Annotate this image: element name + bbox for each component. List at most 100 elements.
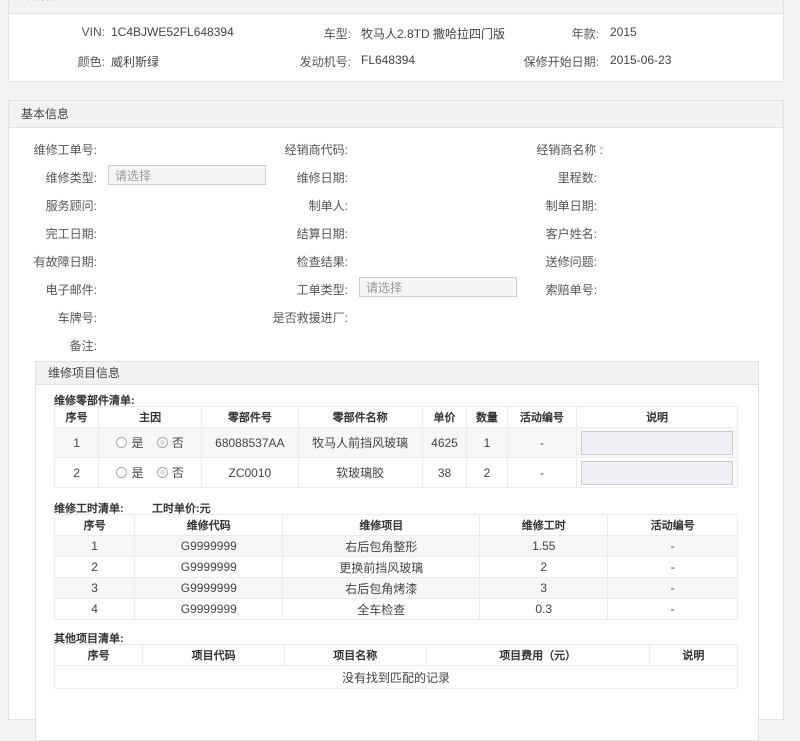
advisor-label: 服务顾问: [45, 199, 97, 213]
parts-row-price: 38 [421, 457, 468, 488]
repair-type-select[interactable]: 请选择 [108, 165, 266, 185]
color-value: 威利斯绿 [111, 55, 160, 69]
labor-row-no: 4 [53, 598, 136, 620]
other-col-name: 项目名称 [283, 644, 427, 666]
labor-col-no: 序号 [53, 514, 136, 536]
order-no-label: 维修工单号: [33, 143, 97, 157]
labor-row-activity: - [607, 556, 738, 578]
rescue-label: 是否救援进厂: [272, 311, 348, 325]
dealer-name-label: 经销商名称 : [536, 143, 603, 157]
parts-col-main-cause: 主因 [98, 406, 203, 428]
main-cause-no-radio[interactable] [156, 437, 168, 448]
labor-row-item: 右后包角整形 [282, 535, 481, 557]
settle-date-label: 结算日期: [296, 227, 348, 241]
table-row: 没有找到匹配的记录 [54, 665, 738, 689]
table-row: 2 G9999999 更换前挡风玻璃 2 - [53, 556, 738, 578]
vehicle-info-panel: 车辆信息 VIN: 1C4BJWE52FL648394 车型: 牧马人2.8TD… [8, 0, 784, 82]
dealer-code-label: 经销商代码: [284, 143, 348, 157]
labor-row-no: 2 [53, 556, 136, 578]
parts-row-name: 软玻璃胶 [297, 457, 423, 488]
sender-issue-label: 送修问题: [545, 255, 597, 269]
main-cause-radio-group: 是 否 [98, 427, 203, 458]
order-type-select[interactable]: 请选择 [359, 277, 517, 297]
parts-col-note: 说明 [576, 406, 738, 428]
main-cause-yes-label: 是 [131, 436, 144, 450]
labor-row-item: 全车检查 [282, 598, 481, 620]
main-cause-no-radio[interactable] [156, 467, 168, 478]
labor-col-activity: 活动编号 [607, 514, 738, 536]
labor-row-item: 更换前挡风玻璃 [282, 556, 481, 578]
labor-row-code: G9999999 [134, 598, 284, 620]
labor-row-code: G9999999 [134, 535, 284, 557]
vehicle-info-title: 车辆信息 [9, 0, 783, 14]
warranty-label: 保修开始日期: [523, 55, 599, 69]
labor-row-code: G9999999 [134, 577, 284, 599]
table-row: 1 是 否 68088537AA 牧马人前挡风玻璃 4625 1 - [53, 427, 738, 458]
parts-row-no: 2 [53, 457, 100, 488]
finish-date-label: 完工日期: [45, 227, 97, 241]
main-cause-no-label: 否 [171, 436, 184, 450]
labor-col-code: 维修代码 [134, 514, 284, 536]
parts-col-qty: 数量 [466, 406, 508, 428]
claim-no-label: 索赔单号: [545, 283, 597, 297]
labor-row-activity: - [607, 598, 738, 620]
parts-row-part-no: 68088537AA [201, 427, 299, 458]
customer-label: 客户姓名: [545, 227, 597, 241]
basic-info-panel: 基本信息 维修工单号: 维修类型: 请选择 服务顾问: 完工日期: 有故障日期:… [8, 100, 784, 741]
repair-date-label: 维修日期: [296, 171, 348, 185]
check-result-label: 检查结果: [296, 255, 348, 269]
note-input[interactable] [581, 430, 734, 455]
creator-label: 制单人: [308, 199, 348, 213]
repair-type-label: 维修类型: [45, 171, 97, 185]
vin-label: VIN: [81, 25, 105, 39]
parts-row-note [576, 427, 738, 458]
labor-col-hours: 维修工时 [479, 514, 609, 536]
parts-row-no: 1 [53, 427, 100, 458]
parts-row-qty: 2 [466, 457, 508, 488]
parts-row-part-no: ZC0010 [201, 457, 299, 488]
parts-col-part-no: 零部件号 [201, 406, 299, 428]
other-col-code: 项目代码 [142, 644, 285, 666]
labor-table: 序号 维修代码 维修项目 维修工时 活动编号 1 G9999999 右后包角整形… [53, 514, 738, 620]
year-label: 年款: [571, 27, 599, 41]
fault-date-label: 有故障日期: [33, 255, 97, 269]
table-row: 3 G9999999 右后包角烤漆 3 - [53, 577, 738, 599]
labor-row-activity: - [607, 535, 738, 557]
parts-row-name: 牧马人前挡风玻璃 [297, 427, 423, 458]
parts-row-note [576, 457, 738, 488]
labor-row-no: 3 [53, 577, 136, 599]
parts-col-no: 序号 [53, 406, 100, 428]
model-value: 牧马人2.8TD 撒哈拉四门版 [361, 27, 506, 41]
engine-label: 发动机号: [299, 55, 351, 69]
labor-row-hours: 1.55 [479, 535, 609, 557]
remark-label: 备注: [69, 339, 97, 353]
model-label: 车型: [323, 27, 351, 41]
parts-col-part-name: 零部件名称 [297, 406, 423, 428]
parts-row-activity: - [506, 427, 578, 458]
main-cause-yes-label: 是 [131, 466, 144, 480]
plate-label: 车牌号: [57, 311, 97, 325]
empty-message: 没有找到匹配的记录 [54, 665, 738, 689]
labor-row-hours: 0.3 [479, 598, 609, 620]
labor-row-item: 右后包角烤漆 [282, 577, 481, 599]
main-cause-yes-radio[interactable] [116, 467, 128, 478]
labor-row-hours: 3 [479, 577, 609, 599]
repair-items-title: 维修项目信息 [36, 362, 758, 385]
parts-table: 序号 主因 零部件号 零部件名称 单价 数量 活动编号 说明 1 是 否 680… [53, 406, 738, 488]
note-input[interactable] [581, 460, 734, 485]
table-row: 2 是 否 ZC0010 软玻璃胶 38 2 - [53, 457, 738, 488]
parts-col-price: 单价 [421, 406, 468, 428]
repair-items-panel: 维修项目信息 维修零部件清单: 序号 主因 零部件号 零部件名称 单价 数量 活… [35, 361, 759, 741]
parts-row-price: 4625 [421, 427, 468, 458]
labor-row-code: G9999999 [134, 556, 284, 578]
parts-row-activity: - [506, 457, 578, 488]
parts-row-qty: 1 [466, 427, 508, 458]
table-row: 4 G9999999 全车检查 0.3 - [53, 598, 738, 620]
other-col-note: 说明 [648, 644, 739, 666]
main-cause-no-label: 否 [171, 466, 184, 480]
labor-row-activity: - [607, 577, 738, 599]
other-table: 序号 项目代码 项目名称 项目费用（元） 说明 没有找到匹配的记录 [53, 644, 739, 689]
main-cause-yes-radio[interactable] [116, 437, 128, 448]
labor-col-item: 维修项目 [282, 514, 481, 536]
warranty-value: 2015-06-23 [610, 53, 672, 67]
